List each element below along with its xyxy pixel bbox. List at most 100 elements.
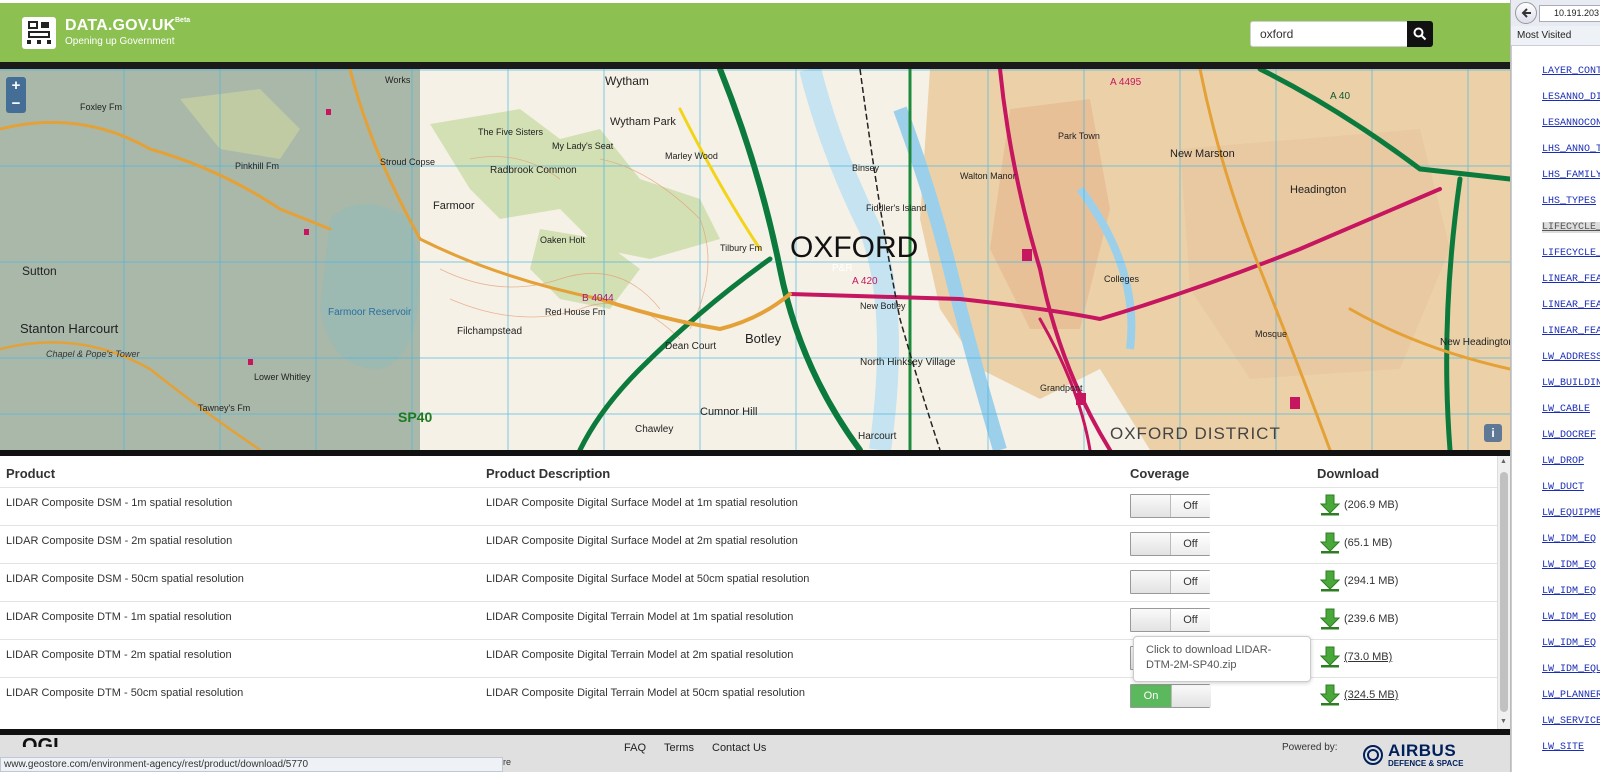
footer-link-contact[interactable]: Contact Us (712, 742, 766, 754)
side-link[interactable]: LHS_ANNO_T (1542, 144, 1600, 155)
search-input[interactable] (1251, 22, 1401, 46)
map-info-icon[interactable]: i (1484, 424, 1502, 442)
map-label-foxley: Foxley Fm (80, 102, 122, 112)
side-link[interactable]: LIFECYCLE_ (1542, 248, 1600, 259)
download-arrow-icon[interactable] (1320, 684, 1340, 706)
map-label-sp40: SP40 (398, 409, 432, 425)
map-label-pr: P&R (832, 263, 853, 274)
coverage-toggle[interactable]: Off (1130, 570, 1210, 594)
header-download: Download (1317, 466, 1380, 481)
footer-link-terms[interactable]: Terms (664, 742, 694, 754)
side-link[interactable]: LESANNO_DI (1542, 92, 1600, 103)
map-label-park-town: Park Town (1058, 131, 1100, 141)
most-visited-bookmark[interactable]: Most Visited (1517, 30, 1571, 41)
file-size-link[interactable]: (324.5 MB) (1344, 689, 1398, 701)
side-link[interactable]: LW_IDM_EQ (1542, 638, 1596, 649)
side-link[interactable]: LW_ADDRESS (1542, 352, 1600, 363)
coverage-toggle[interactable]: Off (1130, 494, 1210, 518)
side-link[interactable]: LW_BUILDIN (1542, 378, 1600, 389)
product-description: LIDAR Composite Digital Terrain Model at… (486, 611, 794, 623)
map-label-farmoor: Farmoor (433, 200, 475, 212)
status-bar-url: www.geostore.com/environment-agency/rest… (0, 757, 503, 772)
brand-subtitle: Opening up Government (65, 36, 175, 47)
file-size[interactable]: (239.6 MB) (1344, 613, 1398, 625)
map-label-radbrook-common: Radbrook Common (490, 165, 577, 176)
side-link[interactable]: LW_DUCT (1542, 482, 1584, 493)
download-arrow-icon[interactable] (1320, 494, 1340, 516)
table-row: LIDAR Composite DSM - 1m spatial resolut… (0, 487, 1497, 525)
map-label-botley: Botley (745, 331, 782, 346)
side-link[interactable]: LW_DOCREF (1542, 430, 1596, 441)
side-link[interactable]: LW_SERVICE (1542, 716, 1600, 727)
map-label-harcourt: Harcourt (858, 431, 897, 442)
map-label-a40: A 40 (1330, 91, 1350, 102)
side-link-list: LAYER_CONT LESANNO_DI LESANNOCON LHS_ANN… (1511, 46, 1600, 772)
scroll-down-arrow-icon[interactable]: ▼ (1500, 718, 1507, 725)
footer-link-faq[interactable]: FAQ (624, 742, 646, 754)
map-label-mosque: Mosque (1255, 329, 1287, 339)
file-size[interactable]: (294.1 MB) (1344, 575, 1398, 587)
file-size[interactable]: (206.9 MB) (1344, 499, 1398, 511)
coverage-toggle[interactable]: Off (1130, 532, 1210, 556)
zoom-in-button[interactable]: + (6, 77, 26, 95)
side-link[interactable]: LW_IDM_EQU (1542, 664, 1600, 675)
airbus-swirl-icon (1363, 745, 1383, 765)
side-link[interactable]: LESANNOCON (1542, 118, 1600, 129)
map-label-chapel: Chapel & Pope's Tower (46, 349, 140, 359)
download-arrow-icon[interactable] (1320, 532, 1340, 554)
search-button[interactable] (1407, 21, 1433, 47)
map-label-pinkhill: Pinkhill Fm (235, 161, 279, 171)
download-arrow-icon[interactable] (1320, 646, 1340, 668)
map-label-my-ladys-seat: My Lady's Seat (552, 141, 614, 151)
map-label-red-house: Red House Fm (545, 307, 606, 317)
side-link[interactable]: LINEAR_FEA (1542, 326, 1600, 337)
file-size-link[interactable]: (73.0 MB) (1344, 651, 1392, 663)
coverage-toggle[interactable]: Off (1130, 608, 1210, 632)
map-viewer[interactable]: OXFORD OXFORD DISTRICT SP40 Wytham Wytha… (0, 69, 1510, 450)
side-link-highlighted[interactable]: LIFECYCLE_ (1542, 222, 1600, 233)
brand-title[interactable]: DATA.GOV.UK (65, 17, 175, 35)
site-logo-icon[interactable] (22, 17, 56, 49)
toggle-on-label: On (1131, 685, 1171, 707)
side-link[interactable]: LINEAR_FEA (1542, 300, 1600, 311)
header-description: Product Description (486, 466, 611, 481)
side-link[interactable]: LAYER_CONT (1542, 66, 1600, 77)
scroll-thumb[interactable] (1500, 472, 1508, 712)
back-button[interactable] (1515, 2, 1537, 24)
coverage-toggle[interactable]: On (1130, 684, 1211, 708)
map-label-oxford-district: OXFORD DISTRICT (1110, 424, 1281, 443)
toggle-label: Off (1171, 609, 1210, 631)
side-link[interactable]: LW_IDM_EQ (1542, 534, 1596, 545)
map-label-headington: Headington (1290, 184, 1346, 196)
side-link[interactable]: LW_CABLE (1542, 404, 1590, 415)
download-arrow-icon[interactable] (1320, 570, 1340, 592)
side-link[interactable]: LW_IDM_EQ (1542, 586, 1596, 597)
side-link[interactable]: LW_PLANNER (1542, 690, 1600, 701)
airbus-logo[interactable]: AIRBUS DEFENCE & SPACE (1362, 741, 1492, 770)
site-header: DATA.GOV.UK Beta Opening up Government (0, 0, 1510, 62)
side-link[interactable]: LW_EQUIPME (1542, 508, 1600, 519)
side-link[interactable]: LW_DROP (1542, 456, 1584, 467)
side-link[interactable]: LINEAR_FEA (1542, 274, 1600, 285)
side-url-bar[interactable]: 10.191.203 (1539, 5, 1600, 22)
powered-by-label: Powered by: (1282, 742, 1338, 753)
map-label-stroud-copse: Stroud Copse (380, 157, 435, 167)
map-label-new-botley: New Botley (860, 301, 906, 311)
os-map-tile: OXFORD OXFORD DISTRICT SP40 Wytham Wytha… (0, 69, 1510, 450)
map-label-dean-court: Dean Court (665, 341, 716, 352)
table-scrollbar[interactable]: ▲ ▼ (1497, 456, 1510, 729)
zoom-out-button[interactable]: − (6, 95, 26, 113)
product-name: LIDAR Composite DSM - 2m spatial resolut… (6, 535, 233, 547)
toggle-label: Off (1171, 571, 1210, 593)
map-label-tawney: Tawney's Fm (198, 403, 250, 413)
product-description: LIDAR Composite Digital Terrain Model at… (486, 649, 794, 661)
product-name: LIDAR Composite DTM - 2m spatial resolut… (6, 649, 232, 661)
side-link[interactable]: LW_IDM_EQ (1542, 560, 1596, 571)
side-link[interactable]: LW_IDM_EQ (1542, 612, 1596, 623)
file-size[interactable]: (65.1 MB) (1344, 537, 1392, 549)
scroll-up-arrow-icon[interactable]: ▲ (1500, 458, 1507, 465)
download-arrow-icon[interactable] (1320, 608, 1340, 630)
side-link[interactable]: LHS_TYPES (1542, 196, 1596, 207)
side-link[interactable]: LW_SITE (1542, 742, 1584, 753)
side-link[interactable]: LHS_FAMILY (1542, 170, 1600, 181)
